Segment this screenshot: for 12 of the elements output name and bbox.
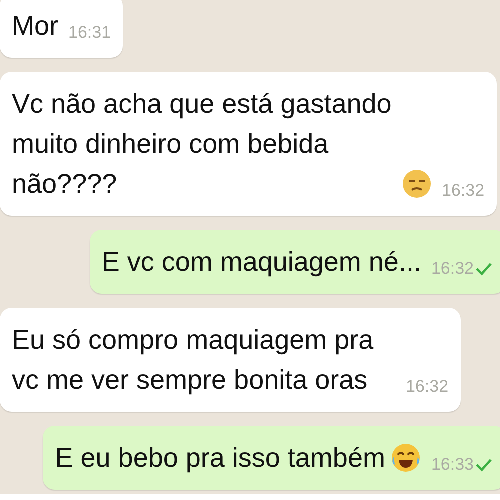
timestamp: 16:31 (68, 22, 112, 44)
timestamp: 16:32 (406, 376, 449, 398)
timestamp: 16:32 (442, 180, 485, 202)
message-text: Eu só compro maquiagem pra vc me ver sempre bonita oras (12, 324, 375, 397)
message-text: Vc não acha que está gastando muito dinheiro com bebida não???? (12, 88, 393, 201)
unamused-face-icon (402, 169, 432, 199)
laughing-face-icon (391, 443, 422, 473)
timestamp: 16:33 (431, 454, 474, 476)
message-text: E vc com maquiagem né... (102, 246, 422, 279)
timestamp: 16:32 (431, 258, 474, 280)
message-text: Mor (12, 10, 58, 43)
message-text: E eu bebo pra isso também (55, 442, 386, 475)
